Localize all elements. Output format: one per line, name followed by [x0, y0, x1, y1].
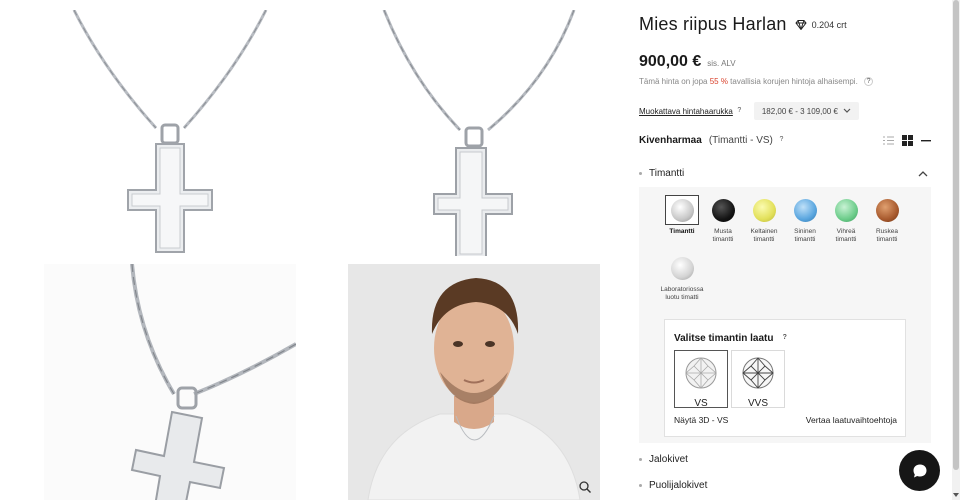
- stone-option-green[interactable]: Vihreä timantti: [826, 195, 866, 244]
- gem-icon: [685, 357, 717, 389]
- accordion-semiprecious[interactable]: Puolijalokivet: [639, 480, 931, 491]
- stone-option-brown[interactable]: Ruskea timantti: [867, 195, 907, 244]
- price-help-icon[interactable]: ?: [864, 77, 874, 87]
- accordion-gemstones-label: Jalokivet: [649, 454, 688, 465]
- vat-label: sis. ALV: [707, 59, 736, 68]
- gemstone-row: Kivenharmaa (Timantti - VS) ?: [639, 135, 931, 146]
- accordion-diamond[interactable]: Timantti: [639, 168, 931, 179]
- price-note: Tämä hinta on jopa 55 % tavallisia koruj…: [639, 77, 874, 87]
- stone-name: Keltainen timantti: [750, 228, 778, 243]
- stone-swatch: [670, 256, 694, 280]
- grid-view-icon[interactable]: [902, 135, 913, 146]
- collapse-icon[interactable]: [921, 139, 931, 142]
- stone-swatch: [711, 198, 735, 222]
- stone-swatch: [834, 198, 858, 222]
- view-toggle: [875, 135, 931, 146]
- gemstone-help-icon[interactable]: ?: [777, 136, 786, 145]
- quality-help-icon[interactable]: ?: [780, 334, 789, 343]
- product-gallery: [0, 0, 620, 500]
- price-range-help-icon[interactable]: ?: [735, 107, 744, 116]
- stone-option-diamond[interactable]: Timantti: [662, 195, 702, 236]
- compare-quality-link[interactable]: Vertaa laatuvaihtoehtoja: [806, 415, 897, 425]
- carat-value: 0.204 crt: [811, 19, 847, 30]
- accordion-gemstones[interactable]: Jalokivet: [639, 454, 931, 465]
- product-title: Mies riipus Harlan: [639, 14, 787, 34]
- stone-name: Vihreä timantti: [835, 228, 857, 243]
- bullet: [639, 172, 642, 175]
- price-note-start: Tämä hinta on jopa: [639, 77, 710, 86]
- stone-name: Ruskea timantti: [875, 228, 899, 243]
- quality-option-label: VS: [694, 398, 708, 409]
- title-row: Mies riipus Harlan 0.204 crt: [639, 14, 847, 35]
- chat-icon: [913, 464, 926, 477]
- stone-swatch: [875, 198, 899, 222]
- stone-name: Timantti: [669, 228, 695, 235]
- product-image-angle[interactable]: [348, 10, 600, 256]
- accordion-diamond-label: Timantti: [649, 168, 685, 179]
- product-image-model[interactable]: [348, 264, 600, 500]
- stone-option-lab-grown[interactable]: Laboratoriossa luotu timatti: [657, 253, 707, 302]
- quality-option-vs[interactable]: VS: [674, 350, 728, 409]
- stone-swatch: [793, 198, 817, 222]
- quality-title: Valitse timantin laatu ?: [674, 333, 789, 344]
- scroll-down-icon[interactable]: [953, 492, 959, 498]
- stone-swatch: [670, 198, 694, 222]
- bullet: [639, 484, 642, 487]
- scrollbar-thumb[interactable]: [953, 0, 959, 470]
- list-view-icon[interactable]: [883, 136, 894, 145]
- carat-weight: 0.204 crt: [795, 19, 847, 30]
- bullet: [639, 458, 642, 461]
- stone-option-black[interactable]: Musta timantti: [703, 195, 743, 244]
- stone-name: Laboratoriossa luotu timatti: [660, 286, 704, 301]
- price: 900,00 €: [639, 53, 702, 70]
- chevron-down-icon: [843, 108, 851, 113]
- price-row: 900,00 € sis. ALV: [639, 53, 736, 71]
- quality-option-vvs[interactable]: VVS: [731, 350, 785, 409]
- show-3d-link[interactable]: Näytä 3D - VS: [674, 415, 728, 425]
- page-scrollbar[interactable]: [952, 0, 960, 500]
- accordion-semiprecious-label: Puolijalokivet: [649, 480, 708, 491]
- diamond-icon: [795, 19, 807, 30]
- stone-name: Musta timantti: [712, 228, 734, 243]
- stone-swatch: [752, 198, 776, 222]
- price-note-end: tavallisia korujen hintoja alhaisempi.: [727, 77, 858, 86]
- zoom-icon[interactable]: [578, 480, 592, 494]
- quality-title-text: Valitse timantin laatu: [674, 333, 774, 344]
- chat-button[interactable]: [899, 450, 940, 491]
- gemstone-value: (Timantti - VS): [708, 135, 773, 146]
- gem-icon: [742, 357, 774, 389]
- stone-name: Sininen timantti: [794, 228, 816, 243]
- price-range-link[interactable]: Muokattava hintahaarukka: [639, 107, 733, 116]
- diamond-quality-box: Valitse timantin laatu ? VS VVS Näytä 3D…: [664, 319, 906, 437]
- stone-options-panel: Timantti Musta timantti Keltainen timant…: [639, 187, 931, 443]
- price-note-percent: 55 %: [709, 77, 728, 86]
- price-range-select[interactable]: 182,00 € - 3 109,00 €: [753, 102, 859, 120]
- chevron-up-icon: [918, 171, 928, 177]
- gemstone-label: Kivenharmaa: [639, 135, 702, 146]
- price-range-value: 182,00 € - 3 109,00 €: [761, 106, 838, 116]
- stone-option-yellow[interactable]: Keltainen timantti: [744, 195, 784, 244]
- product-image-front[interactable]: [44, 10, 296, 256]
- quality-option-label: VVS: [747, 398, 768, 409]
- product-info-panel: Mies riipus Harlan 0.204 crt 900,00 € si…: [639, 0, 939, 500]
- price-range-row: Muokattava hintahaarukka ? 182,00 € - 3 …: [639, 102, 859, 120]
- product-image-detail[interactable]: [44, 264, 296, 500]
- stone-option-blue[interactable]: Sininen timantti: [785, 195, 825, 244]
